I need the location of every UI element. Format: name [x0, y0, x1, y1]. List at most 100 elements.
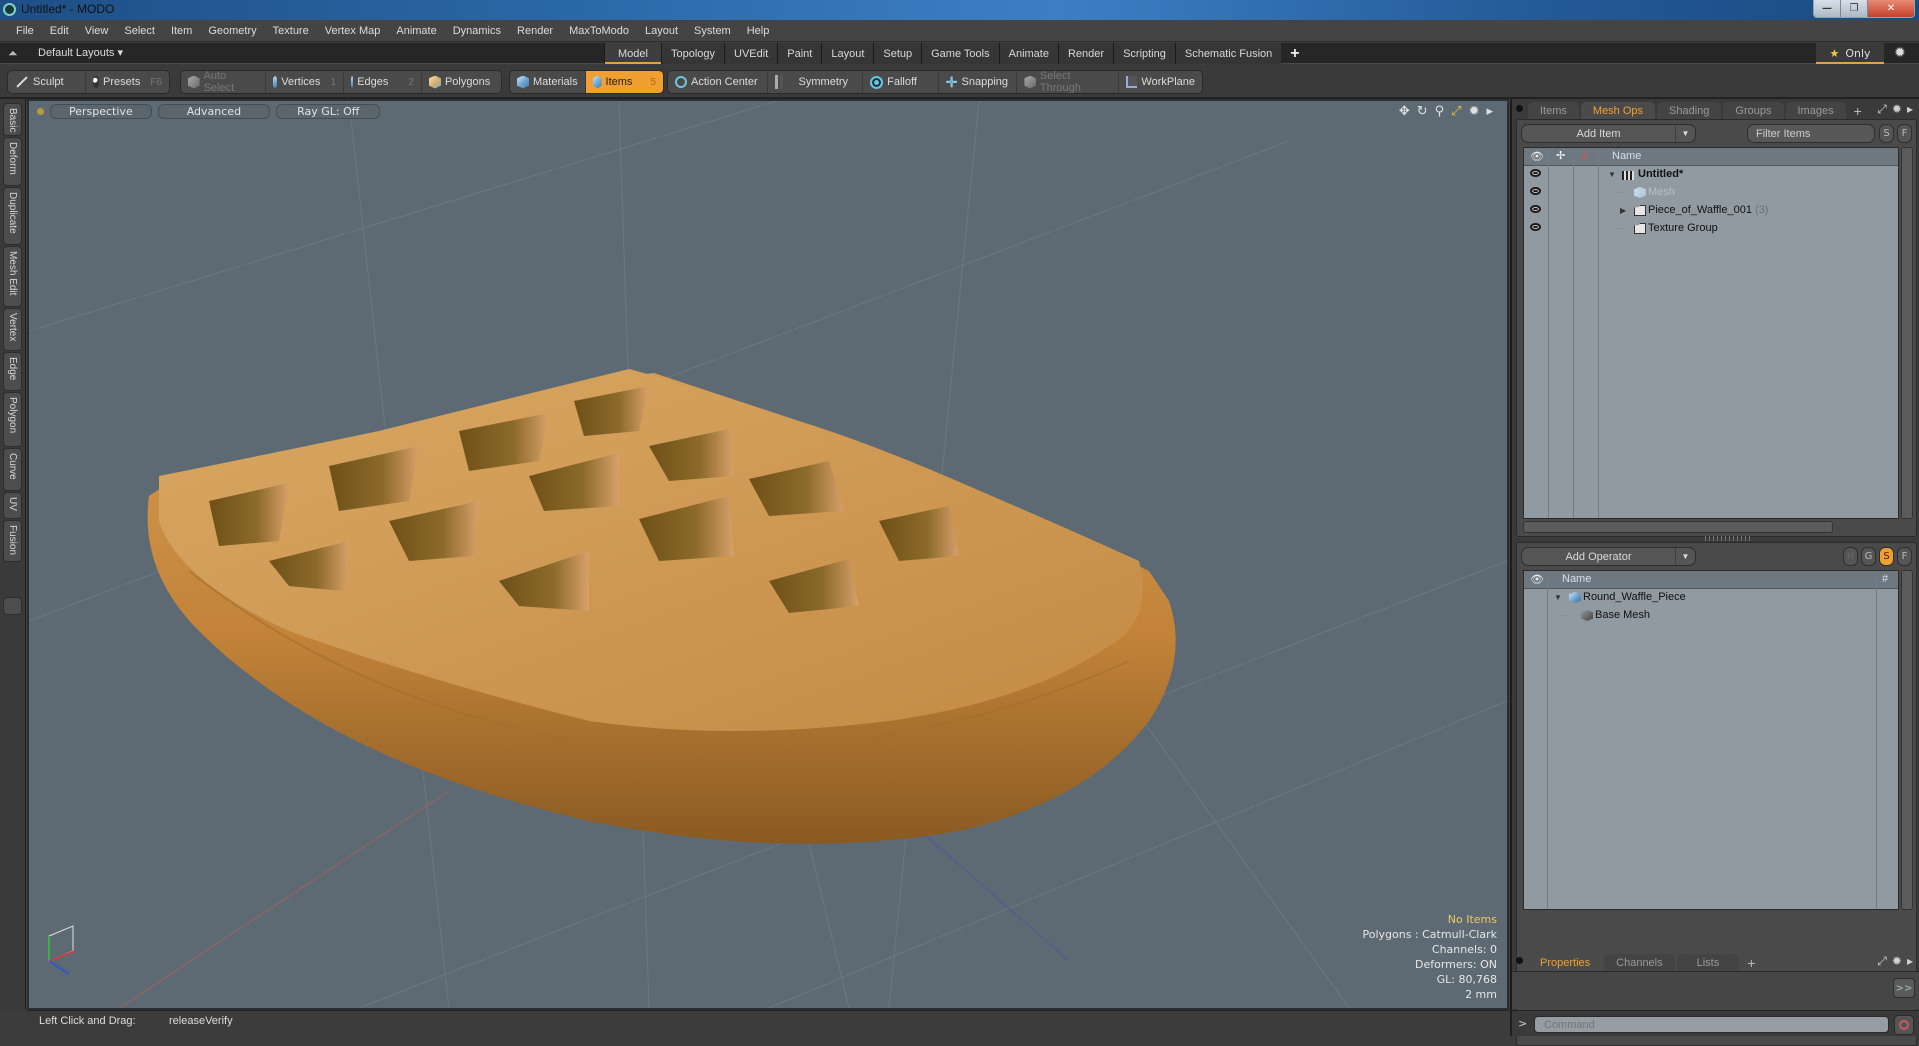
panel-splitter-handle[interactable]: [1705, 536, 1751, 541]
menu-select[interactable]: Select: [116, 25, 163, 37]
filter-s-button[interactable]: S: [1879, 124, 1894, 143]
layout-tab-scripting[interactable]: Scripting: [1113, 43, 1175, 64]
rotate-icon[interactable]: ↻: [1417, 104, 1428, 119]
tab-lists[interactable]: Lists: [1676, 954, 1740, 971]
vtab-vertex[interactable]: Vertex: [3, 308, 22, 351]
expand-triangle-icon[interactable]: ▶: [1620, 206, 1626, 215]
eye-icon[interactable]: [1530, 223, 1541, 231]
vtab-deform[interactable]: Deform: [3, 137, 22, 186]
shading-mode-button[interactable]: Advanced: [157, 104, 271, 119]
expand-triangle-icon[interactable]: ▼: [1608, 170, 1616, 179]
default-layouts-dropdown[interactable]: Default Layouts ▾: [38, 46, 123, 59]
layout-tab-uvedit[interactable]: UVEdit: [724, 43, 778, 64]
view-mode-button[interactable]: Perspective: [50, 104, 152, 119]
symmetry-button[interactable]: Symmetry: [768, 71, 864, 93]
meshops-h-button[interactable]: H: [1843, 547, 1858, 566]
expand-triangle-icon[interactable]: ▼: [1554, 593, 1562, 602]
menu-texture[interactable]: Texture: [265, 25, 317, 37]
filter-items-input[interactable]: Filter Items: [1747, 124, 1875, 143]
snapping-button[interactable]: ✛ Snapping: [939, 71, 1018, 93]
viewport-status-dot[interactable]: [37, 108, 44, 115]
tab-channels[interactable]: Channels: [1604, 954, 1675, 971]
tree-row-texture-group[interactable]: ⋯ Texture Group: [1524, 220, 1898, 238]
visibility-column-icon[interactable]: 👁: [1530, 150, 1544, 163]
vtab-curve[interactable]: Curve: [3, 448, 22, 491]
items-horizontal-scrollbar[interactable]: [1523, 521, 1833, 533]
polygons-button[interactable]: Polygons: [422, 71, 501, 93]
menu-render[interactable]: Render: [509, 25, 561, 37]
menu-vertex-map[interactable]: Vertex Map: [317, 25, 389, 37]
menu-view[interactable]: View: [77, 25, 117, 37]
select-through-button[interactable]: Select Through: [1017, 71, 1119, 93]
layout-tab-topology[interactable]: Topology: [660, 43, 725, 64]
vtab-extra[interactable]: [3, 597, 22, 615]
sculpt-button[interactable]: Sculpt: [8, 71, 86, 93]
vtab-uv[interactable]: UV: [3, 492, 22, 519]
menu-animate[interactable]: Animate: [388, 25, 444, 37]
tab-properties[interactable]: Properties: [1528, 954, 1603, 971]
layout-tab-animate[interactable]: Animate: [998, 43, 1058, 64]
minimize-button[interactable]: —: [1814, 0, 1841, 17]
tree-row-mesh[interactable]: ⋯ Mesh: [1524, 184, 1898, 202]
filter-f-button[interactable]: F: [1897, 124, 1912, 143]
tab-shading[interactable]: Shading: [1657, 102, 1722, 119]
meshops-f-button[interactable]: F: [1897, 547, 1912, 566]
expand-panel-icon[interactable]: ⤢: [1877, 102, 1887, 117]
layout-tab-game-tools[interactable]: Game Tools: [921, 43, 999, 64]
close-button[interactable]: ✕: [1868, 0, 1914, 17]
panel-menu-dot[interactable]: [1516, 957, 1523, 964]
vtab-basic[interactable]: Basic: [3, 103, 22, 136]
layout-tab-setup[interactable]: Setup: [873, 43, 922, 64]
menu-maxtomodo[interactable]: MaxToModo: [561, 25, 637, 37]
menu-layout[interactable]: Layout: [637, 25, 686, 37]
menu-help[interactable]: Help: [739, 25, 778, 37]
3d-viewport[interactable]: Perspective Advanced Ray GL: Off ✥ ↻ ⚲ ⤢…: [27, 99, 1509, 1010]
transform-column-icon[interactable]: ⅄: [1581, 149, 1588, 162]
tree-row-piece-of-waffle[interactable]: ▶ Piece_of_Waffle_001 (3): [1524, 202, 1898, 220]
layout-tab-paint[interactable]: Paint: [777, 43, 822, 64]
panel-menu-dot[interactable]: [1516, 105, 1523, 112]
zoom-icon[interactable]: ⚲: [1435, 104, 1445, 119]
layout-tab-layout[interactable]: Layout: [821, 43, 874, 64]
only-button[interactable]: ★ Only: [1816, 43, 1884, 64]
vtab-polygon[interactable]: Polygon: [3, 392, 22, 447]
add-item-dropdown[interactable]: Add Item ▼: [1521, 124, 1696, 143]
auto-select-button[interactable]: Auto Select: [181, 71, 266, 93]
items-vertical-scrollbar[interactable]: [1901, 147, 1913, 519]
add-panel-tab-button[interactable]: +: [1741, 954, 1761, 971]
restore-button[interactable]: ❐: [1841, 0, 1868, 17]
tab-images[interactable]: Images: [1785, 102, 1846, 119]
name-column-header[interactable]: Name: [1562, 573, 1591, 585]
items-button[interactable]: Items 5: [586, 71, 663, 93]
panel-arrow-icon[interactable]: ▸: [1907, 102, 1913, 117]
panel-settings-icon[interactable]: ✹: [1892, 102, 1902, 117]
maximize-viewport-icon[interactable]: ⤢: [1451, 104, 1461, 119]
vtab-mesh-edit[interactable]: Mesh Edit: [3, 246, 22, 307]
name-column-header[interactable]: Name: [1612, 150, 1641, 162]
vertices-button[interactable]: Vertices 1: [266, 71, 344, 93]
presets-button[interactable]: Presets F6: [86, 71, 169, 93]
record-macro-button[interactable]: [1894, 1015, 1914, 1035]
gear-icon[interactable]: ✹: [1894, 45, 1906, 61]
edges-button[interactable]: Edges 2: [344, 71, 422, 93]
layout-tab-schematic-fusion[interactable]: Schematic Fusion: [1174, 43, 1282, 64]
visibility-column-icon[interactable]: 👁: [1530, 573, 1544, 586]
properties-expand-button[interactable]: >>: [1893, 978, 1915, 998]
meshops-s-button[interactable]: S: [1879, 547, 1894, 566]
viewport-arrow-icon[interactable]: ▸: [1486, 104, 1493, 119]
command-input[interactable]: [1534, 1016, 1889, 1033]
tab-mesh-ops[interactable]: Mesh Ops: [1580, 102, 1656, 119]
tab-groups[interactable]: Groups: [1723, 102, 1784, 119]
menu-file[interactable]: File: [8, 25, 42, 37]
menu-item[interactable]: Item: [163, 25, 200, 37]
layout-up-icon[interactable]: ⏶: [8, 46, 18, 61]
action-center-button[interactable]: Action Center: [668, 71, 768, 93]
panel-settings-icon[interactable]: ✹: [1892, 954, 1902, 969]
tab-items[interactable]: Items: [1528, 102, 1579, 119]
eye-icon[interactable]: [1530, 169, 1541, 177]
eye-icon[interactable]: [1530, 187, 1541, 195]
add-panel-tab-button[interactable]: +: [1848, 102, 1868, 119]
expand-panel-icon[interactable]: ⤢: [1877, 954, 1887, 969]
vtab-duplicate[interactable]: Duplicate: [3, 187, 22, 245]
hash-column-header[interactable]: #: [1882, 573, 1888, 585]
